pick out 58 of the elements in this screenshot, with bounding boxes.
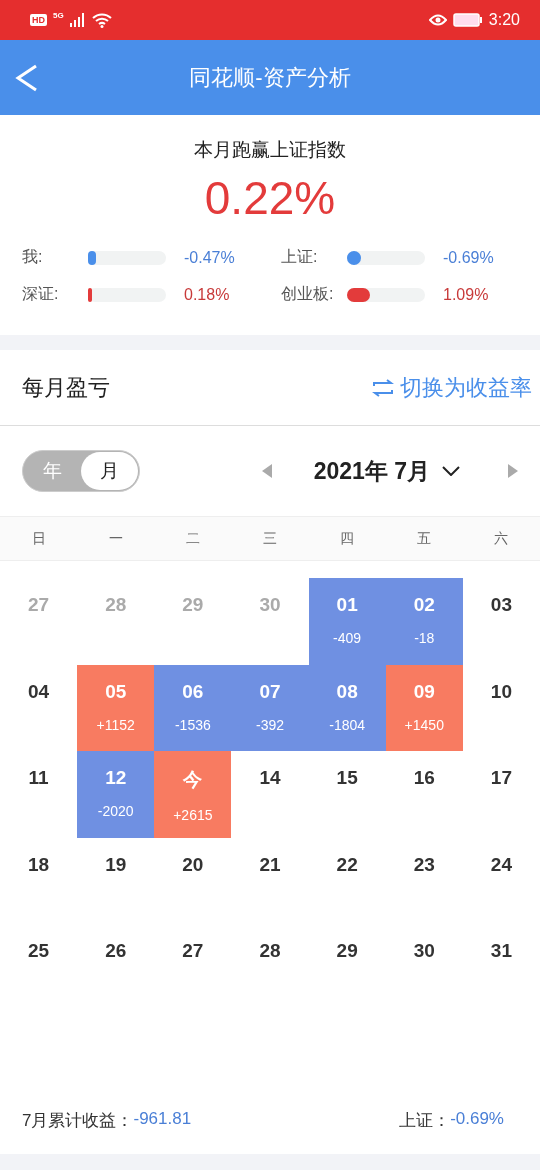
prev-icon[interactable] [261, 464, 272, 478]
day-number[interactable]: 27 [154, 924, 232, 1011]
cumulative-value: -961.81 [133, 1108, 192, 1130]
index-footer-value: -0.69% [450, 1108, 504, 1130]
day-number[interactable]: 28 [231, 924, 309, 1011]
index-footer-label: 上证： [399, 1109, 451, 1132]
battery-icon [452, 13, 483, 27]
day-number[interactable]: 10 [462, 664, 540, 751]
status-time: 3:20 [488, 11, 520, 29]
hd-badge: HD [30, 14, 47, 26]
day-number[interactable]: 19 [77, 837, 155, 924]
eye-icon [428, 13, 447, 27]
day-number[interactable]: 22 [308, 837, 386, 924]
index-reading: 0.18% [184, 285, 230, 304]
day-number[interactable]: 04 [0, 664, 78, 751]
index-label: 创业板: [281, 284, 335, 304]
day-number[interactable]: 29 [308, 924, 386, 1011]
index-reading: -0.69% [443, 248, 494, 267]
day-number[interactable]: 23 [385, 837, 463, 924]
page-title: 同花顺-资产分析 [188, 63, 352, 92]
next-icon[interactable] [508, 464, 518, 478]
weekday-label: 二 [184, 529, 201, 548]
day-number[interactable]: 25 [0, 924, 78, 1011]
chevron-down-icon [442, 466, 460, 476]
weekday-label: 六 [493, 529, 510, 548]
day-number[interactable]: 11 [0, 751, 78, 838]
day-number[interactable]: 16 [385, 751, 463, 838]
weekday-label: 四 [339, 529, 356, 548]
day-number[interactable]: 15 [308, 751, 386, 838]
index-reading: 1.09% [443, 285, 489, 304]
day-number[interactable]: 26 [77, 924, 155, 1011]
day-number[interactable]: 20 [154, 837, 232, 924]
swap-icon [372, 377, 394, 398]
cumulative-label: 7月累计收益： [22, 1109, 134, 1132]
wifi-icon [91, 12, 112, 28]
weekday-label: 日 [30, 529, 47, 548]
day-number[interactable]: 30 [385, 924, 463, 1011]
summary-title: 本月跑赢上证指数 [194, 138, 346, 162]
index-label: 深证: [22, 284, 60, 304]
day-number[interactable]: 21 [231, 837, 309, 924]
day-number[interactable]: 18 [0, 837, 78, 924]
day-number[interactable]: 03 [462, 578, 540, 665]
day-number[interactable]: 14 [231, 751, 309, 838]
weekday-label: 五 [416, 529, 433, 548]
weekday-label: 三 [262, 529, 278, 548]
weekday-label: 一 [107, 529, 124, 548]
index-reading: -0.47% [184, 248, 235, 267]
summary-value: 0.22% [204, 171, 336, 225]
month-selector[interactable]: 2021年 7月 [313, 455, 460, 487]
day-number[interactable]: 17 [462, 751, 540, 838]
index-label: 我: [22, 247, 44, 267]
signal-icon [69, 13, 86, 27]
section-title: 每月盈亏 [22, 373, 110, 402]
period-tab[interactable]: 月 [81, 452, 138, 490]
day-number[interactable]: 31 [462, 924, 540, 1011]
index-label: 上证: [281, 247, 319, 267]
network-type: 5G [53, 11, 64, 20]
day-number[interactable]: 24 [462, 837, 540, 924]
